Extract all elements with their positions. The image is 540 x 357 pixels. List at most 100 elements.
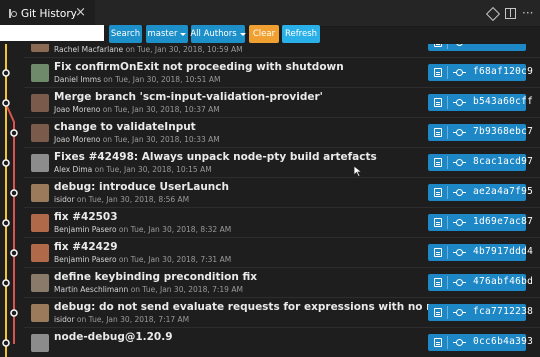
commit-author[interactable]: Alex Dima: [54, 165, 92, 174]
commit-hash[interactable]: ae2a4a7f95: [473, 186, 533, 197]
avatar: [31, 154, 49, 172]
commit-row[interactable]: Fix confirmOnExit not proceeding with sh…: [24, 58, 540, 88]
commit-meta: Martin Aeschlimann on Tue, Jan 30, 2018,…: [54, 285, 243, 294]
commit-date: on Tue, Jan 30, 2018, 10:59 AM: [125, 45, 243, 54]
search-input[interactable]: [0, 25, 104, 41]
commit-subject[interactable]: change to validateInput: [54, 121, 196, 133]
avatar: [31, 214, 49, 232]
graph-node: [2, 339, 10, 347]
commit-row[interactable]: fix #42429 Benjamin Pasero on Tue, Jan 30…: [24, 238, 540, 268]
branch-dropdown[interactable]: master: [146, 25, 188, 43]
clipboard-icon[interactable]: [434, 44, 442, 47]
commit-subject[interactable]: fix #42503: [54, 211, 118, 223]
commit-hash-button[interactable]: f68af120c9: [428, 64, 533, 81]
commit-author[interactable]: Benjamin Pasero: [54, 255, 117, 264]
commit-row[interactable]: debug: introduce UserLaunch isidor on Tue…: [24, 178, 540, 208]
clipboard-icon[interactable]: [434, 128, 442, 137]
commit-hash[interactable]: f68af120c9: [473, 66, 533, 77]
commit-hash[interactable]: 1d69e7ac87: [473, 216, 533, 227]
clipboard-icon[interactable]: [434, 308, 442, 317]
commit-hash[interactable]: 4b7917ddd4: [473, 246, 533, 257]
commit-hash-button[interactable]: f994d92102: [428, 44, 533, 51]
commit-row[interactable]: Merge branch 'scm-input-validation-provi…: [24, 88, 540, 118]
commit-hash-button[interactable]: 7b9368ebc7: [428, 124, 533, 141]
git-commit-icon: [453, 159, 466, 166]
avatar: [31, 274, 49, 292]
commit-hash[interactable]: fca7712238: [473, 306, 533, 317]
commit-hash-button[interactable]: ae2a4a7f95: [428, 184, 533, 201]
more-actions-icon[interactable]: ···: [522, 6, 533, 20]
commit-author[interactable]: Joao Moreno: [54, 135, 100, 144]
divider: [447, 44, 448, 49]
commit-row[interactable]: debug: do not send evaluate requests for…: [24, 298, 540, 328]
commit-author[interactable]: Benjamin Pasero: [54, 225, 117, 234]
tab-git-history[interactable]: Git History ×: [0, 0, 95, 27]
divider: [447, 126, 448, 139]
clipboard-icon[interactable]: [434, 218, 442, 227]
commit-author[interactable]: Rachel Macfarlane: [54, 45, 123, 54]
commit-date: on Tue, Jan 30, 2018, 8:32 AM: [118, 225, 232, 234]
divider: [447, 276, 448, 289]
commit-row[interactable]: Fixes #42498: Always unpack node-pty bui…: [24, 148, 540, 178]
commit-hash[interactable]: b543a60cff: [473, 96, 533, 107]
divider: [447, 66, 448, 79]
commit-author[interactable]: isidor: [54, 195, 75, 204]
commit-hash-button[interactable]: 0cc6b4a393: [428, 334, 533, 351]
close-icon[interactable]: ×: [75, 6, 86, 19]
clear-button[interactable]: Clear: [249, 25, 279, 43]
clipboard-icon[interactable]: [434, 158, 442, 167]
commit-meta: isidor on Tue, Jan 30, 2018, 8:56 AM: [54, 195, 189, 204]
commit-subject[interactable]: Merge branch 'scm-input-validation-provi…: [54, 91, 323, 103]
clipboard-icon[interactable]: [434, 338, 442, 347]
git-commit-icon: [453, 309, 466, 316]
chevron-down-icon: [239, 32, 246, 36]
clipboard-icon[interactable]: [434, 68, 442, 77]
commit-hash[interactable]: f994d92102: [473, 44, 533, 47]
commit-date: on Tue, Jan 30, 2018, 10:33 AM: [102, 135, 220, 144]
split-editor-icon[interactable]: [505, 8, 516, 19]
mouse-cursor-icon: [353, 165, 363, 177]
git-commit-icon: [453, 69, 466, 76]
commit-date: on Tue, Jan 30, 2018, 7:17 AM: [76, 315, 190, 324]
commit-hash[interactable]: 476abf46bd: [473, 276, 533, 287]
commit-subject[interactable]: debug: do not send evaluate requests for…: [54, 301, 459, 313]
clipboard-icon[interactable]: [434, 188, 442, 197]
commit-subject[interactable]: Fixes #42498: Always unpack node-pty bui…: [54, 151, 377, 163]
commit-row[interactable]: node-debug@1.20.9 0cc6b4a393: [24, 328, 540, 357]
commit-row[interactable]: change to validateInput Joao Moreno on Tu…: [24, 118, 540, 148]
search-button[interactable]: Search: [109, 25, 142, 43]
git-commit-icon: [453, 279, 466, 286]
commit-hash-button[interactable]: 476abf46bd: [428, 274, 533, 291]
graph-node: [10, 309, 18, 317]
graph-node: [2, 99, 10, 107]
refresh-button[interactable]: Refresh: [282, 25, 320, 43]
commit-row[interactable]: define keybinding precondition fix Martin…: [24, 268, 540, 298]
commit-author[interactable]: isidor: [54, 315, 75, 324]
commit-hash[interactable]: 8cac1acd97: [473, 156, 533, 167]
clipboard-icon[interactable]: [434, 98, 442, 107]
divider: [447, 246, 448, 259]
commit-author[interactable]: Daniel Imms: [54, 75, 101, 84]
commit-subject[interactable]: fix #42429: [54, 241, 118, 253]
commit-hash-button[interactable]: 1d69e7ac87: [428, 214, 533, 231]
commit-row[interactable]: Fixes #42481Rachel Macfarlane on Tue, Ja…: [24, 44, 540, 58]
commit-author[interactable]: Joao Moreno: [54, 105, 100, 114]
commit-date: on Tue, Jan 30, 2018, 7:31 AM: [118, 255, 232, 264]
clipboard-icon[interactable]: [434, 278, 442, 287]
commit-hash-button[interactable]: 4b7917ddd4: [428, 244, 533, 261]
commit-subject[interactable]: Fix confirmOnExit not proceeding with sh…: [54, 61, 344, 73]
commit-hash-button[interactable]: b543a60cff: [428, 94, 533, 111]
commit-hash[interactable]: 7b9368ebc7: [473, 126, 533, 137]
commit-author[interactable]: Martin Aeschlimann: [54, 285, 128, 294]
commit-subject[interactable]: define keybinding precondition fix: [54, 271, 257, 283]
commit-hash-button[interactable]: 8cac1acd97: [428, 154, 533, 171]
clipboard-icon[interactable]: [434, 248, 442, 257]
open-changes-icon[interactable]: [487, 8, 498, 19]
commit-subject[interactable]: debug: introduce UserLaunch: [54, 181, 229, 193]
git-commit-icon: [453, 189, 466, 196]
commit-row[interactable]: fix #42503 Benjamin Pasero on Tue, Jan 30…: [24, 208, 540, 238]
commit-hash[interactable]: 0cc6b4a393: [473, 336, 533, 347]
commit-subject[interactable]: node-debug@1.20.9: [54, 331, 173, 343]
commit-hash-button[interactable]: fca7712238: [428, 304, 533, 321]
authors-dropdown[interactable]: All Authors: [190, 25, 246, 43]
